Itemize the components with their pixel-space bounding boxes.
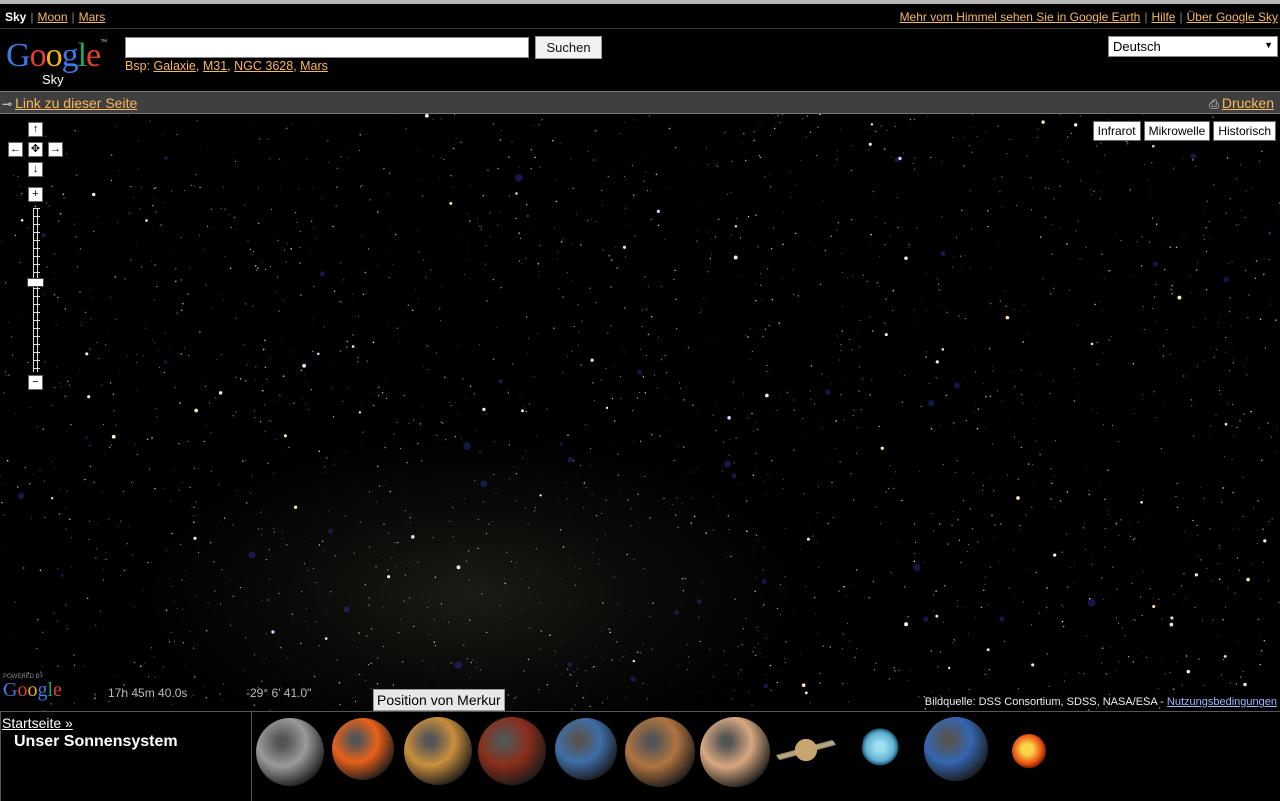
planet-jupiter-icon[interactable] — [700, 717, 770, 787]
utility-nav: Mehr vom Himmel sehen Sie in Google Eart… — [899, 10, 1278, 24]
solar-system-panel: Startseite » Unser Sonnensystem — [0, 711, 1280, 801]
about-link[interactable]: Über Google Sky — [1187, 10, 1278, 24]
pan-down-button[interactable]: ↓ — [28, 162, 43, 177]
layer-button-infrared[interactable]: Infrarot — [1092, 121, 1141, 141]
layer-button-historical[interactable]: Historisch — [1213, 121, 1276, 141]
google-earth-link[interactable]: Mehr vom Himmel sehen Sie in Google Eart… — [900, 10, 1141, 24]
pan-center-button[interactable]: ✥ — [28, 142, 43, 157]
link-bar: ⊸ Link zu dieser Seite ⎙ Drucken — [0, 91, 1280, 114]
star-field — [0, 114, 1280, 711]
link-to-page[interactable]: Link zu dieser Seite — [15, 95, 137, 111]
planet-pluto-icon[interactable] — [1012, 734, 1046, 768]
planet-venus-icon[interactable] — [404, 717, 472, 785]
print-link[interactable]: Drucken — [1222, 95, 1274, 111]
google-sky-logo[interactable]: Google™ Sky — [6, 39, 116, 89]
nav-link-mars[interactable]: Mars — [79, 10, 106, 24]
terms-link[interactable]: Nutzungsbedingungen — [1167, 696, 1277, 708]
tooltip: Position von Merkur — [373, 689, 505, 711]
search-examples: Bsp: Galaxie, M31, NGC 3628, Mars — [125, 59, 328, 73]
planet-uranus-icon[interactable] — [862, 719, 902, 781]
planet-mars-icon[interactable] — [625, 717, 695, 787]
right-ascension-readout: 17h 45m 40.0s — [108, 686, 188, 700]
search-input[interactable] — [125, 37, 529, 58]
example-link-m31[interactable]: M31 — [203, 59, 227, 73]
zoom-in-button[interactable]: + — [28, 187, 43, 202]
help-link[interactable]: Hilfe — [1151, 10, 1175, 24]
pan-up-button[interactable]: ↑ — [28, 122, 43, 137]
planet-sun-icon[interactable] — [332, 718, 394, 780]
section-title: Unser Sonnensystem — [14, 733, 178, 750]
chain-link-icon: ⊸ — [2, 97, 13, 111]
planet-mercury-icon[interactable] — [478, 717, 546, 785]
pan-right-button[interactable]: → — [48, 142, 63, 157]
planet-neptune-icon[interactable] — [924, 717, 988, 781]
top-navigation-bar: Sky | Moon | Mars Mehr vom Himmel sehen Sie … — [0, 0, 1280, 29]
planet-saturn-icon[interactable] — [775, 731, 837, 769]
zoom-slider-track[interactable] — [33, 208, 40, 372]
layer-toggles: Infrarot Mikrowelle Historisch — [1092, 121, 1276, 141]
logo-subtitle: Sky — [42, 72, 64, 87]
powered-by-google: POWERED BY Google — [3, 674, 73, 706]
zoom-out-button[interactable]: − — [28, 375, 43, 390]
sky-map[interactable]: ↑ ← ✥ → ↓ + − Infrarot Mikrowelle Histor… — [0, 114, 1280, 711]
search-button[interactable]: Suchen — [535, 36, 602, 59]
logo-wordmark: Google — [6, 37, 101, 74]
planet-earth-icon[interactable] — [555, 718, 617, 780]
home-link[interactable]: Startseite » — [2, 715, 73, 731]
pan-left-button[interactable]: ← — [8, 142, 23, 157]
zoom-slider-handle[interactable] — [27, 277, 44, 287]
nav-link-moon[interactable]: Moon — [37, 10, 67, 24]
printer-icon: ⎙ — [1209, 97, 1219, 111]
chevron-down-icon: ▼ — [1264, 40, 1273, 50]
nav-item-sky: Sky — [5, 10, 27, 24]
planet-moon-icon[interactable] — [256, 718, 324, 786]
google-logo-small: Google — [3, 679, 62, 701]
layer-button-microwave[interactable]: Mikrowelle — [1143, 121, 1211, 141]
solar-system-info: Startseite » Unser Sonnensystem — [0, 712, 252, 801]
image-credit: Bildquelle: DSS Consortium, SDSS, NASA/E… — [924, 696, 1277, 708]
example-link-galaxie[interactable]: Galaxie — [154, 59, 196, 73]
language-select[interactable]: Deutsch ▼ — [1108, 36, 1278, 57]
product-nav: Sky | Moon | Mars — [5, 10, 106, 24]
example-link-ngc3628[interactable]: NGC 3628 — [234, 59, 293, 73]
example-link-mars[interactable]: Mars — [300, 59, 328, 73]
declination-readout: -29° 6' 41.0" — [246, 686, 312, 700]
header: Google™ Sky Suchen Bsp: Galaxie, M31, NG… — [0, 29, 1280, 91]
